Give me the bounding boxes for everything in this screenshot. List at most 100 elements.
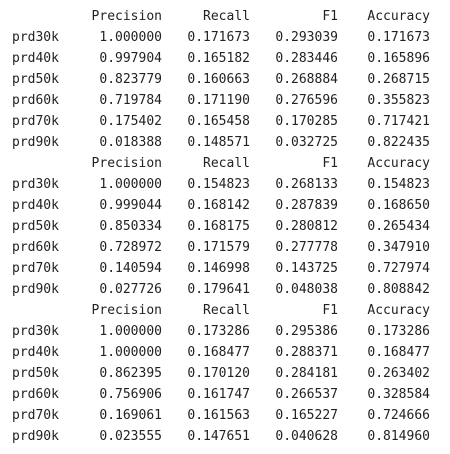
cell-value: 0.027726 (99, 282, 162, 297)
table-row: prd70k 0.140594 0.146998 0.143725 0.727974 (12, 258, 442, 279)
cell-value: 0.823779 (99, 72, 162, 87)
column-header: Recall (203, 9, 250, 24)
cell-value: 0.355823 (367, 93, 430, 108)
table-row: prd70k 0.175402 0.165458 0.170285 0.717421 (12, 111, 442, 132)
cell-value: 0.328584 (367, 387, 430, 402)
table-row: prd50k 0.823779 0.160663 0.268884 0.268715 (12, 69, 442, 90)
cell-value: 0.165896 (367, 51, 430, 66)
cell-value: 0.717421 (367, 114, 430, 129)
table-row: prd60k 0.728972 0.171579 0.277778 0.347910 (12, 237, 442, 258)
metrics-table-3: Precision Recall F1 Accuracy prd30k 1.000000 0… (12, 300, 442, 447)
cell-value: 0.288371 (275, 345, 338, 360)
cell-value: 0.143725 (275, 261, 338, 276)
cell-value: 0.032725 (275, 135, 338, 150)
cell-value: 0.719784 (99, 93, 162, 108)
cell-value: 0.268884 (275, 72, 338, 87)
cell-value: 0.814960 (367, 429, 430, 444)
cell-value: 0.171190 (187, 93, 250, 108)
column-header: Precision (91, 156, 162, 171)
cell-value: 0.724666 (367, 408, 430, 423)
cell-value: 0.023555 (99, 429, 162, 444)
cell-value: 0.154823 (367, 177, 430, 192)
cell-value: 0.140594 (99, 261, 162, 276)
column-header: Accuracy (367, 303, 430, 318)
cell-value: 0.168142 (187, 198, 250, 213)
cell-value: 0.728972 (99, 240, 162, 255)
cell-value: 0.048038 (275, 282, 338, 297)
cell-value: 0.168477 (187, 345, 250, 360)
cell-value: 0.175402 (99, 114, 162, 129)
column-header: F1 (322, 303, 338, 318)
cell-value: 0.161747 (187, 387, 250, 402)
column-header: Recall (203, 156, 250, 171)
table-row: prd90k 0.027726 0.179641 0.048038 0.808842 (12, 279, 442, 300)
header-row: Precision Recall F1 Accuracy (12, 6, 442, 27)
cell-value: 0.169061 (99, 408, 162, 423)
table-row: prd40k 1.000000 0.168477 0.288371 0.168477 (12, 342, 442, 363)
cell-value: 0.284181 (275, 366, 338, 381)
cell-value: 0.168175 (187, 219, 250, 234)
row-label: prd50k (12, 366, 59, 381)
column-header: Precision (91, 303, 162, 318)
index-header (12, 300, 74, 321)
row-label: prd60k (12, 93, 59, 108)
table-row: prd60k 0.719784 0.171190 0.276596 0.355823 (12, 90, 442, 111)
row-label: prd40k (12, 51, 59, 66)
header-row: Precision Recall F1 Accuracy (12, 300, 442, 321)
index-header (12, 6, 74, 27)
cell-value: 0.171579 (187, 240, 250, 255)
cell-value: 0.170120 (187, 366, 250, 381)
cell-value: 0.862395 (99, 366, 162, 381)
cell-value: 0.160663 (187, 72, 250, 87)
cell-value: 0.263402 (367, 366, 430, 381)
table-row: prd30k 1.000000 0.171673 0.293039 0.171673 (12, 27, 442, 48)
cell-value: 0.171673 (187, 30, 250, 45)
cell-value: 0.808842 (367, 282, 430, 297)
cell-value: 0.018388 (99, 135, 162, 150)
cell-value: 0.165458 (187, 114, 250, 129)
table-row: prd40k 0.999044 0.168142 0.287839 0.168650 (12, 195, 442, 216)
cell-value: 0.266537 (275, 387, 338, 402)
column-header: F1 (322, 9, 338, 24)
cell-value: 0.287839 (275, 198, 338, 213)
row-label: prd70k (12, 408, 59, 423)
row-label: prd90k (12, 282, 59, 297)
column-header: Recall (203, 303, 250, 318)
cell-value: 0.171673 (367, 30, 430, 45)
column-header: Accuracy (367, 156, 430, 171)
row-label: prd90k (12, 429, 59, 444)
cell-value: 0.283446 (275, 51, 338, 66)
table-row: prd40k 0.997904 0.165182 0.283446 0.165896 (12, 48, 442, 69)
cell-value: 1.000000 (99, 177, 162, 192)
table-row: prd50k 0.862395 0.170120 0.284181 0.263402 (12, 363, 442, 384)
table-row: prd30k 1.000000 0.154823 0.268133 0.154823 (12, 174, 442, 195)
column-header: Precision (91, 9, 162, 24)
header-row: Precision Recall F1 Accuracy (12, 153, 442, 174)
cell-value: 0.756906 (99, 387, 162, 402)
row-label: prd50k (12, 72, 59, 87)
cell-value: 0.170285 (275, 114, 338, 129)
cell-value: 0.173286 (367, 324, 430, 339)
cell-value: 0.148571 (187, 135, 250, 150)
dataframe-output: Precision Recall F1 Accuracy prd30k 1.000000 0… (12, 6, 442, 447)
row-label: prd40k (12, 345, 59, 360)
cell-value: 0.165227 (275, 408, 338, 423)
row-label: prd30k (12, 177, 59, 192)
row-label: prd30k (12, 324, 59, 339)
cell-value: 0.850334 (99, 219, 162, 234)
column-header: Accuracy (367, 9, 430, 24)
cell-value: 0.295386 (275, 324, 338, 339)
table-row: prd90k 0.018388 0.148571 0.032725 0.822435 (12, 132, 442, 153)
cell-value: 0.822435 (367, 135, 430, 150)
cell-value: 1.000000 (99, 345, 162, 360)
row-label: prd70k (12, 114, 59, 129)
cell-value: 0.280812 (275, 219, 338, 234)
cell-value: 0.165182 (187, 51, 250, 66)
row-label: prd50k (12, 219, 59, 234)
cell-value: 0.147651 (187, 429, 250, 444)
cell-value: 0.154823 (187, 177, 250, 192)
row-label: prd30k (12, 30, 59, 45)
cell-value: 0.179641 (187, 282, 250, 297)
cell-value: 0.265434 (367, 219, 430, 234)
cell-value: 1.000000 (99, 30, 162, 45)
